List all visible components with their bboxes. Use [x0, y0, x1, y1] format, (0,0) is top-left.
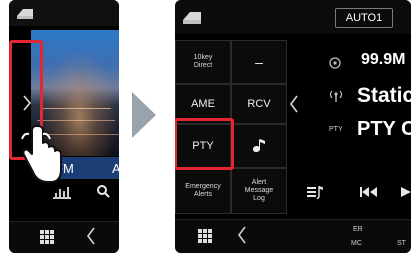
collapse-chevron-icon[interactable] — [289, 95, 299, 113]
right-screen: AUTO1 10key Direct – AME RCV PTY Emergen… — [175, 0, 411, 253]
tenkey-direct-label: 10key Direct — [193, 54, 213, 69]
alert-message-log-button[interactable]: Alert Message Log — [231, 168, 287, 214]
music-note-icon — [253, 139, 265, 152]
cd-icon — [329, 57, 341, 69]
pty-prefix: PTY — [329, 126, 343, 133]
equalizer-icon[interactable] — [53, 184, 71, 200]
ame-label: AME — [191, 98, 215, 110]
preset-button[interactable]: AUTO1 — [335, 8, 393, 28]
list-icon[interactable] — [307, 185, 325, 199]
right-source-icon[interactable] — [181, 9, 203, 25]
emergency-alerts-label: Emergency Alerts — [185, 183, 221, 198]
left-screen: FM A — [9, 0, 119, 253]
source-icon — [17, 9, 33, 19]
band-label-partial[interactable]: A — [112, 161, 119, 176]
left-bottom-bar — [9, 221, 119, 253]
emergency-alerts-button[interactable]: Emergency Alerts — [175, 168, 231, 214]
alert-message-log-label: Alert Message Log — [244, 179, 274, 202]
rcv-button[interactable]: RCV — [231, 84, 287, 124]
hand-touch-icon — [19, 124, 63, 186]
st-label: ST — [397, 240, 406, 247]
city-lights-2 — [37, 120, 115, 121]
chevron-right-icon[interactable] — [22, 95, 32, 111]
dash-label: – — [255, 54, 263, 70]
pty-text: PTY C — [357, 118, 411, 140]
preset-label: AUTO1 — [345, 12, 383, 24]
tenkey-direct-button[interactable]: 10key Direct — [175, 40, 231, 84]
er-label: ER — [353, 226, 363, 233]
transition-arrow-icon — [132, 92, 156, 138]
chevron-left-icon[interactable] — [86, 227, 96, 245]
mc-label: MC — [351, 240, 362, 247]
left-source-icon[interactable] — [15, 6, 35, 20]
grid-icon[interactable] — [39, 229, 55, 245]
seek-back-icon[interactable] — [360, 187, 378, 197]
city-lights-1 — [41, 108, 111, 109]
rcv-label: RCV — [247, 98, 271, 110]
music-search-button[interactable] — [231, 124, 287, 168]
search-icon[interactable] — [96, 184, 110, 198]
station-text: Static — [357, 84, 411, 107]
grid-icon-right[interactable] — [197, 228, 213, 244]
station-icon — [329, 89, 343, 103]
chevron-left-icon-right[interactable] — [237, 226, 247, 244]
dash-button[interactable]: – — [231, 40, 287, 84]
frequency-text: 99.9M — [361, 51, 406, 68]
pty-highlight[interactable] — [175, 118, 234, 170]
play-icon[interactable] — [401, 187, 411, 197]
